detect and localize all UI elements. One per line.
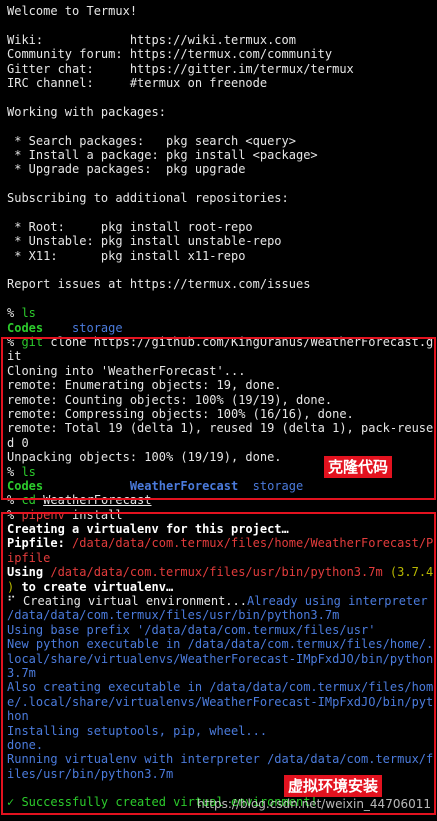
packages-heading: Working with packages:	[7, 104, 166, 119]
command: ls	[21, 464, 36, 479]
cd-command-line: % cd WeatherForecast	[7, 493, 437, 507]
command: cd	[21, 493, 36, 508]
x11-repo-line: * X11: pkg install x11-repo	[7, 248, 246, 263]
new-python-line: local/share/virtualenvs/WeatherForecast-…	[7, 651, 434, 666]
also-creating-line: e/.local/share/virtualenvs/WeatherForeca…	[7, 694, 434, 709]
python-version: (3.7.4	[382, 565, 434, 580]
pipfile-label: Pipfile:	[7, 536, 73, 551]
cloning-line: Cloning into 'WeatherForecast'...	[7, 363, 246, 378]
total-line: remote: Total 19 (delta 1), reused 19 (d…	[7, 421, 434, 436]
dir-storage: storage	[252, 478, 304, 493]
command: git	[21, 334, 44, 349]
cd-target: WeatherForecast	[43, 493, 152, 508]
using-python-wrap: ) to create virtualenv…	[7, 580, 437, 594]
install-package-line: * Install a package: pkg install <packag…	[7, 147, 318, 162]
compressing-line: remote: Compressing objects: 100% (16/16…	[7, 406, 354, 421]
counting-line: remote: Counting objects: 100% (19/19), …	[7, 392, 333, 407]
command: pipenv	[21, 507, 65, 522]
new-python-line: 3.7m	[7, 665, 36, 680]
issues-line: Report issues at https://termux.com/issu…	[7, 277, 311, 292]
done-line: done.	[7, 737, 44, 752]
ls-command-line: % ls	[7, 306, 437, 320]
already-using-text: Already using interpreter	[246, 594, 428, 609]
prompt: %	[7, 306, 22, 321]
forum-line: Community forum: https://termux.com/comm…	[7, 47, 333, 62]
dir-weatherforecast: WeatherForecast	[129, 478, 239, 493]
git-command-wrap: it	[7, 349, 22, 364]
create-venv-text: to create virtualenv…	[14, 579, 174, 594]
python-path: /data/data/com.termux/files/usr/bin/pyth…	[50, 565, 383, 580]
pipenv-command-line: % pipenv install	[7, 508, 437, 522]
search-packages-line: * Search packages: pkg search <query>	[7, 133, 296, 148]
interpreter-path-line: /data/data/com.termux/files/usr/bin/pyth…	[7, 608, 340, 623]
watermark: https://blog.csdn.net/weixin_44706011	[196, 797, 431, 811]
pipfile-path-wrap: ipfile	[7, 550, 51, 565]
dir-codes: Codes	[7, 478, 44, 493]
terminal-output[interactable]: Welcome to Termux! Wiki: https://wiki.te…	[7, 4, 437, 810]
new-python-line: New python executable in /data/data/com.…	[7, 637, 434, 652]
upgrade-packages-line: * Upgrade packages: pkg upgrade	[7, 162, 246, 177]
command: ls	[21, 306, 36, 321]
creating-venv-line: Creating a virtualenv for this project…	[7, 522, 289, 537]
dir-storage: storage	[72, 320, 123, 335]
prompt: %	[7, 464, 22, 479]
spinner-text: ⠋ Creating virtual environment...	[7, 594, 247, 609]
ls-output-line-2: Codes WeatherForecast storage	[7, 479, 437, 493]
ls-output-line: Codes storage	[7, 321, 437, 335]
command-args: clone https://github.com/KingUranus/Weat…	[43, 334, 434, 349]
pipfile-line: Pipfile: /data/data/com.termux/files/hom…	[7, 536, 437, 550]
root-repo-line: * Root: pkg install root-repo	[7, 219, 253, 234]
wiki-line: Wiki: https://wiki.termux.com	[7, 32, 296, 47]
venv-annotation: 虚拟环境安装	[284, 775, 383, 797]
total-line-wrap: d 0	[7, 435, 29, 450]
creating-env-line: ⠋ Creating virtual environment...Already…	[7, 594, 437, 608]
repos-heading: Subscribing to additional repositories:	[7, 191, 289, 206]
setuptools-line: Installing setuptools, pip, wheel...	[7, 723, 268, 738]
using-python-line: Using /data/data/com.termux/files/usr/bi…	[7, 565, 437, 579]
prompt: %	[7, 334, 22, 349]
command-args: install	[64, 507, 123, 522]
prompt: %	[7, 493, 22, 508]
unstable-repo-line: * Unstable: pkg install unstable-repo	[7, 234, 282, 249]
enumerating-line: remote: Enumerating objects: 19, done.	[7, 378, 282, 393]
prompt: %	[7, 507, 22, 522]
gitter-line: Gitter chat: https://gitter.im/termux/te…	[7, 61, 354, 76]
welcome-line: Welcome to Termux!	[7, 4, 138, 18]
also-creating-line: Also creating executable in /data/data/c…	[7, 680, 434, 695]
running-virtualenv-line: Running virtualenv with interpreter /dat…	[7, 752, 434, 767]
pipfile-path: /data/data/com.termux/files/home/Weather…	[72, 536, 434, 551]
base-prefix-line: Using base prefix '/data/data/com.termux…	[7, 622, 376, 637]
dir-codes: Codes	[7, 320, 44, 335]
using-label: Using	[7, 565, 51, 580]
also-creating-line: hon	[7, 709, 29, 724]
irc-line: IRC channel: #termux on freenode	[7, 75, 268, 90]
clone-annotation: 克隆代码	[324, 456, 393, 478]
git-command-line: % git clone https://github.com/KingUranu…	[7, 335, 437, 349]
